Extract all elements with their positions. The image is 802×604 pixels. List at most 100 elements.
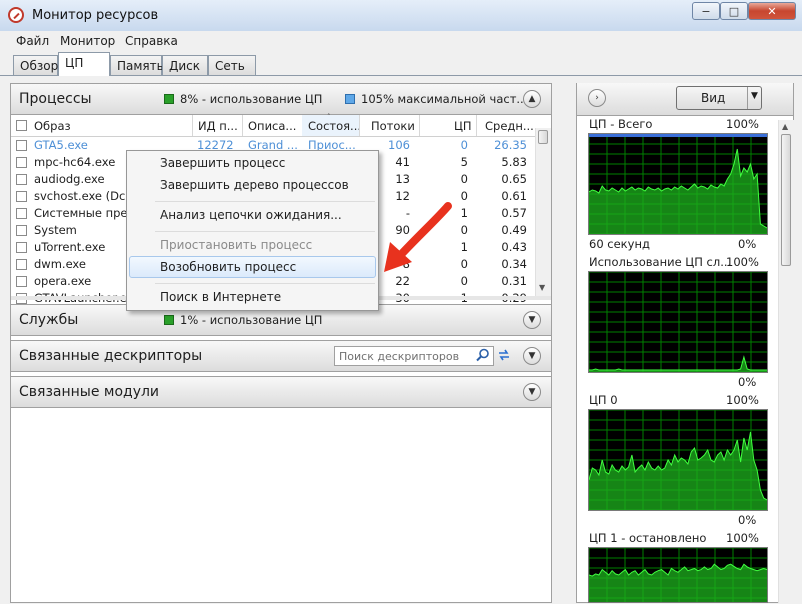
row-checkbox[interactable]	[16, 276, 27, 287]
select-all-checkbox[interactable]	[16, 120, 27, 131]
graphs-scrollbar[interactable]: ▲	[778, 120, 794, 603]
cpu-usage-line	[589, 355, 767, 371]
column-threads[interactable]: Потоки	[371, 119, 415, 133]
menu-separator	[155, 283, 375, 284]
process-list-scrollbar[interactable]: ▼	[535, 128, 551, 296]
process-context-menu: Завершить процесс Завершить дерево проце…	[126, 150, 379, 311]
scrollbar-thumb[interactable]	[538, 130, 548, 144]
menu-monitor[interactable]: Монитор	[60, 34, 115, 48]
menu-end-process-tree[interactable]: Завершить дерево процессов	[160, 178, 349, 192]
tab-memory[interactable]: Память	[110, 55, 164, 75]
row-checkbox[interactable]	[16, 174, 27, 185]
expand-modules-icon[interactable]: ▼	[523, 383, 541, 401]
process-table-header: Образ ИД п... Описа... ˄ Состоя... Поток…	[11, 113, 551, 137]
graph-time-label: 60 секунд	[589, 237, 650, 251]
row-checkbox[interactable]	[16, 225, 27, 236]
menu-file[interactable]: Файл	[16, 34, 49, 48]
process-name-cell: dwm.exe	[34, 257, 86, 271]
tab-cpu[interactable]: ЦП	[58, 52, 110, 76]
graph-title: ЦП 0	[589, 393, 618, 407]
refresh-search-icon[interactable]	[496, 347, 512, 366]
menu-analyze-wait-chain[interactable]: Анализ цепочки ожидания...	[160, 208, 342, 222]
expand-handles-icon[interactable]: ▼	[523, 347, 541, 365]
services-title: Службы	[19, 312, 79, 328]
menu-separator	[155, 231, 375, 232]
graph-title: ЦП - Всего	[589, 117, 653, 131]
menu-separator	[155, 201, 375, 202]
menu-end-process[interactable]: Завершить процесс	[160, 156, 285, 170]
graph-min-label: 0%	[738, 375, 757, 389]
process-average-cpu-cell: 0.43	[501, 240, 527, 254]
process-average-cpu-cell: 0.34	[501, 257, 527, 271]
row-checkbox[interactable]	[16, 259, 27, 270]
tab-disk[interactable]: Диск	[162, 55, 208, 75]
menu-resume-process[interactable]: Возобновить процесс	[160, 260, 296, 274]
menu-search-online[interactable]: Поиск в Интернете	[160, 290, 281, 304]
column-divider[interactable]	[359, 115, 360, 136]
collapse-processes-icon[interactable]: ▲	[523, 90, 541, 108]
process-average-cpu-cell: 0.65	[501, 172, 527, 186]
menu-suspend-process[interactable]: Приостановить процесс	[160, 238, 312, 252]
column-average-cpu[interactable]: Средн...	[485, 119, 534, 133]
processes-cpu-usage: 8% - использование ЦП	[180, 92, 323, 106]
minimize-button[interactable]: −	[692, 2, 720, 20]
graph-max-label: 100%	[726, 117, 759, 131]
process-name-cell: audiodg.exe	[34, 172, 105, 186]
maximize-button[interactable]: □	[720, 2, 748, 20]
column-divider[interactable]	[242, 115, 243, 136]
graph-title: Использование ЦП сл...	[589, 255, 732, 269]
process-name-cell: System	[34, 223, 77, 237]
column-status[interactable]: Состоя...	[308, 119, 361, 133]
processes-header[interactable]: Процессы 8% - использование ЦП 105% макс…	[10, 83, 552, 115]
process-average-cpu-cell: 26.35	[494, 138, 527, 152]
column-description[interactable]: Описа...	[248, 119, 296, 133]
column-divider[interactable]	[419, 115, 420, 136]
column-divider[interactable]	[476, 115, 477, 136]
column-divider[interactable]	[192, 115, 193, 136]
graph-min-label: 0%	[738, 513, 757, 527]
expand-services-icon[interactable]: ▼	[523, 311, 541, 329]
tab-overview[interactable]: Обзор	[13, 55, 58, 75]
process-name-cell: opera.exe	[34, 274, 92, 288]
cpu-graph	[588, 409, 768, 511]
row-checkbox[interactable]	[16, 140, 27, 151]
process-name-cell: GTA5.exe	[34, 138, 88, 152]
handles-title: Связанные дескрипторы	[19, 348, 203, 364]
process-name-cell: mpc-hc64.exe	[34, 155, 116, 169]
graph-title: ЦП 1 - остановлено	[589, 531, 707, 545]
scrollbar-thumb[interactable]	[781, 134, 791, 266]
collapse-graphs-icon[interactable]: ›	[588, 89, 606, 107]
scroll-down-icon[interactable]: ▼	[539, 283, 545, 292]
services-cpu-usage: 1% - использование ЦП	[180, 313, 323, 327]
tab-network[interactable]: Сеть	[208, 55, 256, 75]
column-pid[interactable]: ИД п...	[198, 119, 238, 133]
process-average-cpu-cell: 0.61	[501, 189, 527, 203]
cpu-usage-area	[589, 149, 767, 234]
cpu-usage-legend-icon	[164, 94, 174, 104]
cpu-graph	[588, 133, 768, 235]
menu-bar	[0, 31, 802, 51]
services-cpu-legend-icon	[164, 315, 174, 325]
row-checkbox[interactable]	[16, 208, 27, 219]
annotation-arrow-icon	[384, 202, 452, 272]
process-cpu-cell: 5	[460, 155, 468, 169]
cpu-graph	[588, 271, 768, 373]
handles-search-input[interactable]: Поиск дескрипторов	[334, 346, 494, 366]
menu-help[interactable]: Справка	[125, 34, 178, 48]
column-image[interactable]: Образ	[34, 119, 71, 133]
max-frequency-legend-icon	[345, 94, 355, 104]
row-checkbox[interactable]	[16, 157, 27, 168]
process-average-cpu-cell: 0.57	[501, 206, 527, 220]
search-placeholder: Поиск дескрипторов	[339, 350, 460, 363]
column-cpu[interactable]: ЦП	[454, 119, 472, 133]
window-title: Монитор ресурсов	[32, 8, 159, 23]
close-button[interactable]: ✕	[748, 2, 796, 20]
row-checkbox[interactable]	[16, 191, 27, 202]
process-name-cell: uTorrent.exe	[34, 240, 106, 254]
search-icon[interactable]	[476, 348, 490, 365]
scroll-up-icon[interactable]: ▲	[782, 122, 788, 131]
view-dropdown-button[interactable]: Вид ▼	[676, 86, 762, 110]
row-checkbox[interactable]	[16, 242, 27, 253]
processes-title: Процессы	[19, 91, 92, 107]
modules-header[interactable]: Связанные модули ▼	[10, 376, 552, 408]
